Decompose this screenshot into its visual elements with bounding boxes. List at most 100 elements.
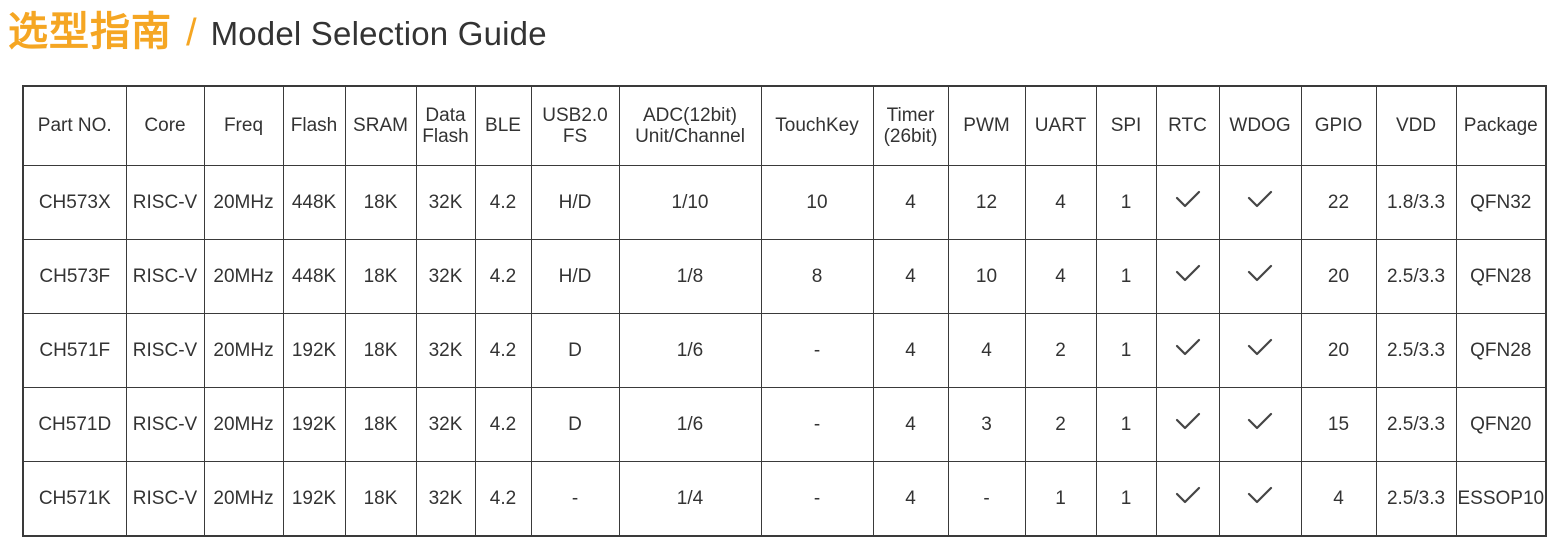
cell-gpio: 20 <box>1300 313 1377 388</box>
cell-value: 4.2 <box>489 191 517 213</box>
cell-usb: H/D <box>530 239 620 314</box>
cell-wdog <box>1218 165 1302 240</box>
cell-package: QFN28 <box>1455 239 1547 314</box>
cell-uart: 2 <box>1024 313 1097 388</box>
table-header-row: Part NO. Core Freq Flash SRAM Data Flash BLE USB… <box>22 85 1547 166</box>
cell-value: 20MHz <box>213 265 274 287</box>
cell-ble: 4.2 <box>474 165 532 240</box>
cell-wdog <box>1218 313 1302 388</box>
cell-value: RISC-V <box>132 413 198 435</box>
cell-rtc <box>1155 165 1220 240</box>
cell-spi: 1 <box>1095 239 1157 314</box>
cell-value: 4.2 <box>489 487 517 509</box>
cell-core: RISC-V <box>125 239 205 314</box>
cell-part-no: CH571D <box>22 387 127 462</box>
cell-value: 32K <box>428 339 463 361</box>
column-header-usb: USB2.0 FS <box>530 85 620 166</box>
cell-value: RISC-V <box>132 265 198 287</box>
column-header-core: Core <box>125 85 205 166</box>
page-title-english: Model Selection Guide <box>210 15 547 52</box>
column-header-uart: UART <box>1024 85 1097 166</box>
cell-usb: D <box>530 387 620 462</box>
cell-data-flash: 32K <box>415 313 476 388</box>
cell-rtc <box>1155 239 1220 314</box>
cell-wdog <box>1218 387 1302 462</box>
cell-value: 1/8 <box>676 265 704 287</box>
cell-value: QFN28 <box>1470 339 1532 361</box>
cell-adc: 1/6 <box>618 387 762 462</box>
cell-vdd: 2.5/3.3 <box>1375 239 1457 314</box>
column-header-part-no: Part NO. <box>22 85 127 166</box>
cell-gpio: 15 <box>1300 387 1377 462</box>
cell-touchkey: 10 <box>760 165 874 240</box>
cell-value: RISC-V <box>132 191 198 213</box>
cell-pwm: 12 <box>947 165 1026 240</box>
page-title: 选型指南 \ Model Selection Guide <box>8 8 547 64</box>
cell-value: ESSOP10 <box>1457 487 1545 509</box>
cell-vdd: 2.5/3.3 <box>1375 313 1457 388</box>
cell-value: 2.5/3.3 <box>1386 339 1446 361</box>
cell-core: RISC-V <box>125 387 205 462</box>
column-header-timer: Timer (26bit) <box>872 85 949 166</box>
cell-value: 20MHz <box>213 191 274 213</box>
cell-timer: 4 <box>872 313 949 388</box>
column-header-wdog: WDOG <box>1218 85 1302 166</box>
cell-value: 32K <box>428 413 463 435</box>
column-header-package: Package <box>1455 85 1547 166</box>
cell-value: 2 <box>1055 413 1066 435</box>
cell-value: 4 <box>905 191 916 213</box>
cell-touchkey: 8 <box>760 239 874 314</box>
cell-value: 18K <box>363 339 398 361</box>
column-header-label: UART <box>1034 115 1087 137</box>
cell-package: QFN32 <box>1455 165 1547 240</box>
cell-value: QFN28 <box>1470 265 1532 287</box>
cell-adc: 1/10 <box>618 165 762 240</box>
cell-value: 1 <box>1120 339 1132 361</box>
cell-value: 192K <box>291 413 337 435</box>
cell-rtc <box>1155 461 1220 537</box>
column-header-spi: SPI <box>1095 85 1157 166</box>
cell-value: 4 <box>905 487 916 509</box>
cell-value: 20MHz <box>213 339 274 361</box>
cell-value: 1/10 <box>671 191 709 213</box>
cell-usb: D <box>530 313 620 388</box>
cell-value: - <box>813 413 821 435</box>
cell-value: 4 <box>1055 191 1066 213</box>
cell-adc: 1/8 <box>618 239 762 314</box>
check-icon <box>1245 189 1275 211</box>
column-header-touchkey: TouchKey <box>760 85 874 166</box>
cell-value: RISC-V <box>132 339 198 361</box>
cell-freq: 20MHz <box>203 165 284 240</box>
cell-wdog <box>1218 239 1302 314</box>
cell-flash: 192K <box>282 387 346 462</box>
cell-wdog <box>1218 461 1302 537</box>
cell-value: 1.8/3.3 <box>1386 191 1446 213</box>
column-header-label: SRAM <box>353 115 408 137</box>
cell-value: 4.2 <box>489 413 517 435</box>
cell-value: 20 <box>1327 265 1350 287</box>
column-header-freq: Freq <box>203 85 284 166</box>
column-header-label: USB2.0 <box>542 104 608 126</box>
cell-spi: 1 <box>1095 387 1157 462</box>
cell-part-no: CH573X <box>22 165 127 240</box>
column-header-label: Part NO. <box>37 115 112 137</box>
cell-value: CH573F <box>39 265 111 287</box>
check-icon <box>1245 337 1275 359</box>
cell-pwm: - <box>947 461 1026 537</box>
column-header-vdd: VDD <box>1375 85 1457 166</box>
cell-value: D <box>568 413 582 435</box>
cell-uart: 4 <box>1024 165 1097 240</box>
cell-rtc <box>1155 313 1220 388</box>
cell-value: - <box>813 339 821 361</box>
column-header-sram: SRAM <box>344 85 417 166</box>
cell-value: 2.5/3.3 <box>1386 265 1446 287</box>
cell-vdd: 2.5/3.3 <box>1375 387 1457 462</box>
column-header-label: BLE <box>485 115 521 137</box>
cell-value: RISC-V <box>132 487 198 509</box>
cell-sram: 18K <box>344 239 417 314</box>
cell-part-no: CH571K <box>22 461 127 537</box>
cell-timer: 4 <box>872 165 949 240</box>
column-header-label: RTC <box>1168 115 1207 137</box>
cell-data-flash: 32K <box>415 239 476 314</box>
column-header-ble: BLE <box>474 85 532 166</box>
